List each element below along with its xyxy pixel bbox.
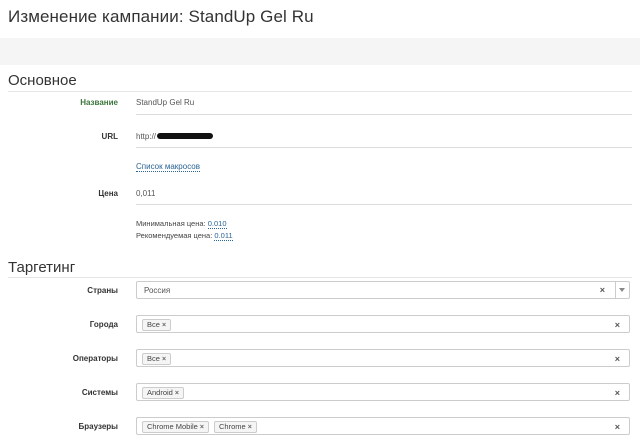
tag-remove-icon[interactable]: × xyxy=(162,322,166,329)
recommended-price-hint: Рекомендуемая цена: 0.011 xyxy=(136,231,233,241)
price-label: Цена xyxy=(98,189,118,198)
tag-remove-icon[interactable]: × xyxy=(248,424,252,431)
tag-label: Android xyxy=(147,388,173,397)
tag-browser-chrome: Chrome × xyxy=(214,421,257,433)
section-divider xyxy=(8,277,632,278)
tag-remove-icon[interactable]: × xyxy=(200,424,204,431)
macros-list-link[interactable]: Список макросов xyxy=(136,162,200,172)
redacted-mark xyxy=(157,132,214,139)
tag-label: Chrome Mobile xyxy=(147,422,198,431)
price-input-underline xyxy=(136,204,632,205)
recommended-price-label: Рекомендуемая цена: xyxy=(136,231,213,240)
systems-multiselect[interactable]: Android × × xyxy=(136,383,630,401)
url-input-text: http:// xyxy=(136,132,157,141)
tag-remove-icon[interactable]: × xyxy=(175,390,179,397)
campaign-edit-page: Изменение кампании: StandUp Gel Ru Основ… xyxy=(0,0,640,442)
operators-multiselect[interactable]: Все × × xyxy=(136,349,630,367)
browsers-multiselect[interactable]: Chrome Mobile × Chrome × × xyxy=(136,417,630,435)
section-title-basic: Основное xyxy=(8,72,77,89)
operators-label: Операторы xyxy=(72,354,118,363)
systems-label: Системы xyxy=(81,388,118,397)
clear-icon[interactable]: × xyxy=(615,354,620,364)
tag-label: Все xyxy=(147,354,160,363)
name-input-underline xyxy=(136,114,632,115)
tag-system-android: Android × xyxy=(142,387,184,399)
header-separator-band xyxy=(0,38,640,65)
tag-remove-icon[interactable]: × xyxy=(162,356,166,363)
min-price-value[interactable]: 0.010 xyxy=(207,219,227,229)
url-input[interactable]: http:// xyxy=(136,132,214,141)
countries-selected-value: Россия xyxy=(144,286,171,295)
name-input[interactable]: StandUp Gel Ru xyxy=(136,98,194,107)
page-title: Изменение кампании: StandUp Gel Ru xyxy=(8,7,314,26)
url-label: URL xyxy=(101,132,118,141)
clear-icon[interactable]: × xyxy=(615,422,620,432)
browsers-label: Браузеры xyxy=(78,422,118,431)
page-header: Изменение кампании: StandUp Gel Ru xyxy=(0,0,640,38)
countries-select[interactable]: Россия × xyxy=(136,281,630,299)
url-input-underline xyxy=(136,147,632,148)
clear-icon[interactable]: × xyxy=(615,320,620,330)
min-price-hint: Минимальная цена: 0.010 xyxy=(136,219,227,229)
section-divider xyxy=(8,91,632,92)
section-title-targeting: Таргетинг xyxy=(8,259,76,276)
clear-icon[interactable]: × xyxy=(600,285,605,295)
min-price-label: Минимальная цена: xyxy=(136,219,206,228)
chevron-down-icon[interactable] xyxy=(615,282,629,298)
cities-multiselect[interactable]: Все × × xyxy=(136,315,630,333)
tag-browser-chrome-mobile: Chrome Mobile × xyxy=(142,421,209,433)
name-label: Название xyxy=(80,98,118,107)
tag-operators-all: Все × xyxy=(142,353,172,365)
clear-icon[interactable]: × xyxy=(615,388,620,398)
price-input[interactable]: 0,011 xyxy=(136,189,155,198)
recommended-price-value[interactable]: 0.011 xyxy=(214,231,233,241)
tag-label: Chrome xyxy=(219,422,246,431)
countries-label: Страны xyxy=(87,286,118,295)
cities-label: Города xyxy=(89,320,118,329)
tag-cities-all: Все × xyxy=(142,319,172,331)
tag-label: Все xyxy=(147,320,160,329)
